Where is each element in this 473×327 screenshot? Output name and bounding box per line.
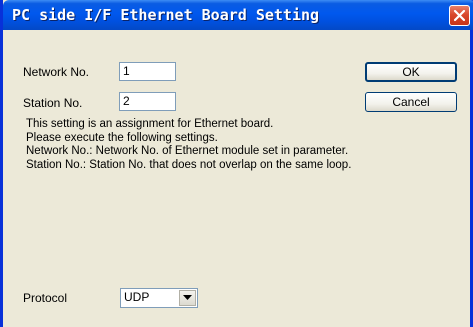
close-button[interactable] xyxy=(449,5,470,26)
network-no-input[interactable]: 1 xyxy=(119,62,176,81)
protocol-selected-value: UDP xyxy=(124,290,150,304)
description-text: This setting is an assignment for Ethern… xyxy=(26,118,351,172)
title-bar[interactable]: PC side I/F Ethernet Board Setting xyxy=(3,0,473,30)
description-line: Network No.: Network No. of Ethernet mod… xyxy=(26,145,349,157)
cancel-button[interactable]: Cancel xyxy=(365,92,457,112)
dropdown-arrow-button[interactable] xyxy=(179,290,196,306)
chevron-down-icon xyxy=(183,295,192,300)
window-title: PC side I/F Ethernet Board Setting xyxy=(12,6,320,24)
protocol-label: Protocol xyxy=(23,291,68,305)
network-no-label: Network No. xyxy=(23,65,90,79)
station-no-input[interactable]: 2 xyxy=(119,92,176,111)
ok-button[interactable]: OK xyxy=(365,62,457,82)
description-line: Station No.: Station No. that does not o… xyxy=(26,158,352,171)
protocol-select[interactable]: UDP xyxy=(120,288,198,308)
description-line: This setting is an assignment for Ethern… xyxy=(26,118,274,130)
description-line: Please execute the following settings. xyxy=(26,131,218,144)
close-icon xyxy=(453,9,466,22)
dialog-window: PC side I/F Ethernet Board Setting Netwo… xyxy=(0,0,473,327)
station-no-label: Station No. xyxy=(23,96,83,110)
